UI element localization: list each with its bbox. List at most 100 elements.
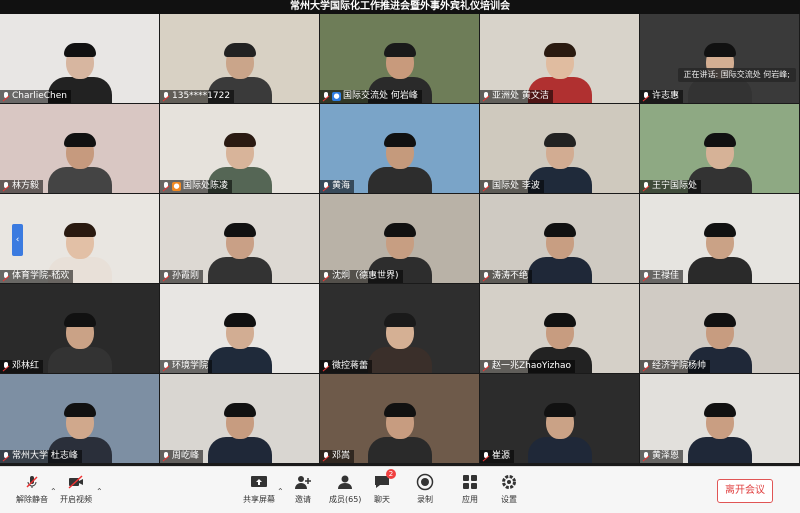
record-icon: [416, 473, 434, 491]
participant-tile[interactable]: 崔源: [480, 374, 639, 463]
chat-label: 聊天: [374, 495, 390, 504]
participant-video: [207, 313, 272, 373]
participant-name-label: ● 国际处陈凌: [160, 180, 233, 193]
audio-options-chevron-icon[interactable]: ⌃: [50, 487, 57, 496]
participant-name: 许志惠: [652, 91, 680, 101]
apps-button[interactable]: 应用: [461, 473, 479, 505]
share-options-chevron-icon[interactable]: ⌃: [277, 487, 284, 496]
participant-tile[interactable]: 沈炯（德惠世界): [320, 194, 479, 283]
muted-mic-icon: [642, 182, 650, 191]
video-off-icon: [67, 473, 85, 491]
participant-tile[interactable]: ● 国际交流处 何岩峰: [320, 14, 479, 103]
participant-tile[interactable]: ● 国际处陈凌: [160, 104, 319, 193]
participant-tile[interactable]: CharlieChen: [0, 14, 159, 103]
participant-name-label: 崔源: [480, 450, 515, 463]
host-badge-icon: ●: [172, 182, 181, 191]
participant-name: 邓嵩: [332, 451, 351, 461]
participant-name-label: 沈炯（德惠世界): [320, 270, 403, 283]
share-screen-label: 共享屏幕: [243, 495, 275, 504]
start-video-button[interactable]: 开启视频: [60, 473, 92, 505]
participant-tile[interactable]: 王禄佳: [640, 194, 799, 283]
invite-button[interactable]: 邀请: [294, 473, 312, 505]
participant-tile[interactable]: 黄泽恩: [640, 374, 799, 463]
participant-name: 亚洲处 黄文洁: [492, 91, 549, 101]
participant-name: 沈炯（德惠世界): [332, 271, 399, 281]
apps-label: 应用: [462, 495, 478, 504]
record-label: 录制: [417, 495, 433, 504]
participant-name: 环境学院: [172, 361, 209, 371]
leave-meeting-button[interactable]: 离开会议: [717, 479, 773, 503]
participant-name: 常州大学 杜志峰: [12, 451, 78, 461]
participant-tile[interactable]: 亚洲处 黄文洁: [480, 14, 639, 103]
participant-name-label: 黄海: [320, 180, 355, 193]
participant-tile[interactable]: 黄海: [320, 104, 479, 193]
participant-tile[interactable]: 邓嵩: [320, 374, 479, 463]
participant-tile[interactable]: 邓林红: [0, 284, 159, 373]
chat-button[interactable]: 2 聊天: [373, 469, 396, 505]
participant-name-label: CharlieChen: [0, 90, 71, 103]
participant-tile[interactable]: 国际处 李波: [480, 104, 639, 193]
muted-mic-icon: [482, 92, 490, 101]
participant-name-label: 国际处 李波: [480, 180, 544, 193]
participant-tile[interactable]: 常州大学 杜志峰: [0, 374, 159, 463]
share-screen-button[interactable]: 共享屏幕: [243, 473, 275, 505]
participant-name-label: 黄泽恩: [640, 450, 684, 463]
muted-mic-icon: [162, 272, 170, 281]
participant-name: 邓林红: [12, 361, 40, 371]
participant-name-label: 王宁国际处: [640, 180, 702, 193]
speaking-indicator: 正在讲话: 国际交流处 何岩峰;: [677, 68, 796, 82]
members-button[interactable]: 成员(65): [329, 473, 361, 505]
participant-name: 黄海: [332, 181, 351, 191]
participant-name: 黄泽恩: [652, 451, 680, 461]
record-button[interactable]: 录制: [416, 473, 434, 505]
participant-tile[interactable]: 许志惠: [640, 14, 799, 103]
participant-tile[interactable]: 环境学院: [160, 284, 319, 373]
side-panel-toggle[interactable]: ‹: [12, 224, 23, 256]
participant-video: [47, 133, 112, 193]
participant-name: 林方毅: [12, 181, 40, 191]
participant-video: [687, 403, 752, 463]
participant-tile[interactable]: 涛涛不绝: [480, 194, 639, 283]
participant-tile[interactable]: 体育学院-嵇欢: [0, 194, 159, 283]
participant-tile[interactable]: 135****1722: [160, 14, 319, 103]
participant-name-label: 孙霞刚: [160, 270, 204, 283]
unmute-label: 解除静音: [16, 495, 48, 504]
participant-name: 赵一兆ZhaoYizhao: [492, 361, 572, 371]
participant-video: [367, 133, 432, 193]
participant-tile[interactable]: 微控蒋蕾: [320, 284, 479, 373]
participant-name-label: 王禄佳: [640, 270, 684, 283]
participant-video: [367, 313, 432, 373]
participant-name-label: 涛涛不绝: [480, 270, 533, 283]
muted-mic-icon: [322, 272, 330, 281]
participant-video: [527, 223, 592, 283]
host-badge-icon: ●: [332, 92, 341, 101]
participant-tile[interactable]: 周屹峰: [160, 374, 319, 463]
settings-button[interactable]: 设置: [500, 473, 518, 505]
muted-mic-icon: [162, 92, 170, 101]
apps-grid-icon: [461, 473, 479, 491]
participant-name: 崔源: [492, 451, 511, 461]
meeting-toolbar: 解除静音 ⌃ 开启视频 ⌃ 共享屏幕 ⌃ 邀请 成员(65) 2 聊天 录制 应…: [0, 466, 800, 513]
participant-tile[interactable]: 赵一兆ZhaoYizhao: [480, 284, 639, 373]
members-icon: [336, 473, 354, 491]
participant-name: 国际交流处 何岩峰: [343, 91, 418, 101]
participant-name: 体育学院-嵇欢: [12, 271, 70, 281]
unmute-button[interactable]: 解除静音: [16, 473, 48, 505]
muted-mic-icon: [162, 182, 170, 191]
muted-mic-icon: [322, 182, 330, 191]
participant-name-label: 常州大学 杜志峰: [0, 450, 82, 463]
muted-mic-icon: [162, 362, 170, 371]
muted-mic-icon: [642, 92, 650, 101]
share-screen-icon: [250, 473, 268, 491]
participant-name: CharlieChen: [12, 91, 67, 101]
participant-tile[interactable]: 王宁国际处: [640, 104, 799, 193]
participant-tile[interactable]: 孙霞刚: [160, 194, 319, 283]
muted-mic-icon: [482, 362, 490, 371]
video-options-chevron-icon[interactable]: ⌃: [96, 487, 103, 496]
speaking-name: 国际交流处 何岩峰;: [720, 70, 790, 79]
participant-name: 国际处 李波: [492, 181, 540, 191]
participant-tile[interactable]: 经济学院杨帅: [640, 284, 799, 373]
members-label: 成员(65): [329, 495, 362, 504]
muted-mic-icon: [642, 272, 650, 281]
participant-tile[interactable]: 林方毅: [0, 104, 159, 193]
